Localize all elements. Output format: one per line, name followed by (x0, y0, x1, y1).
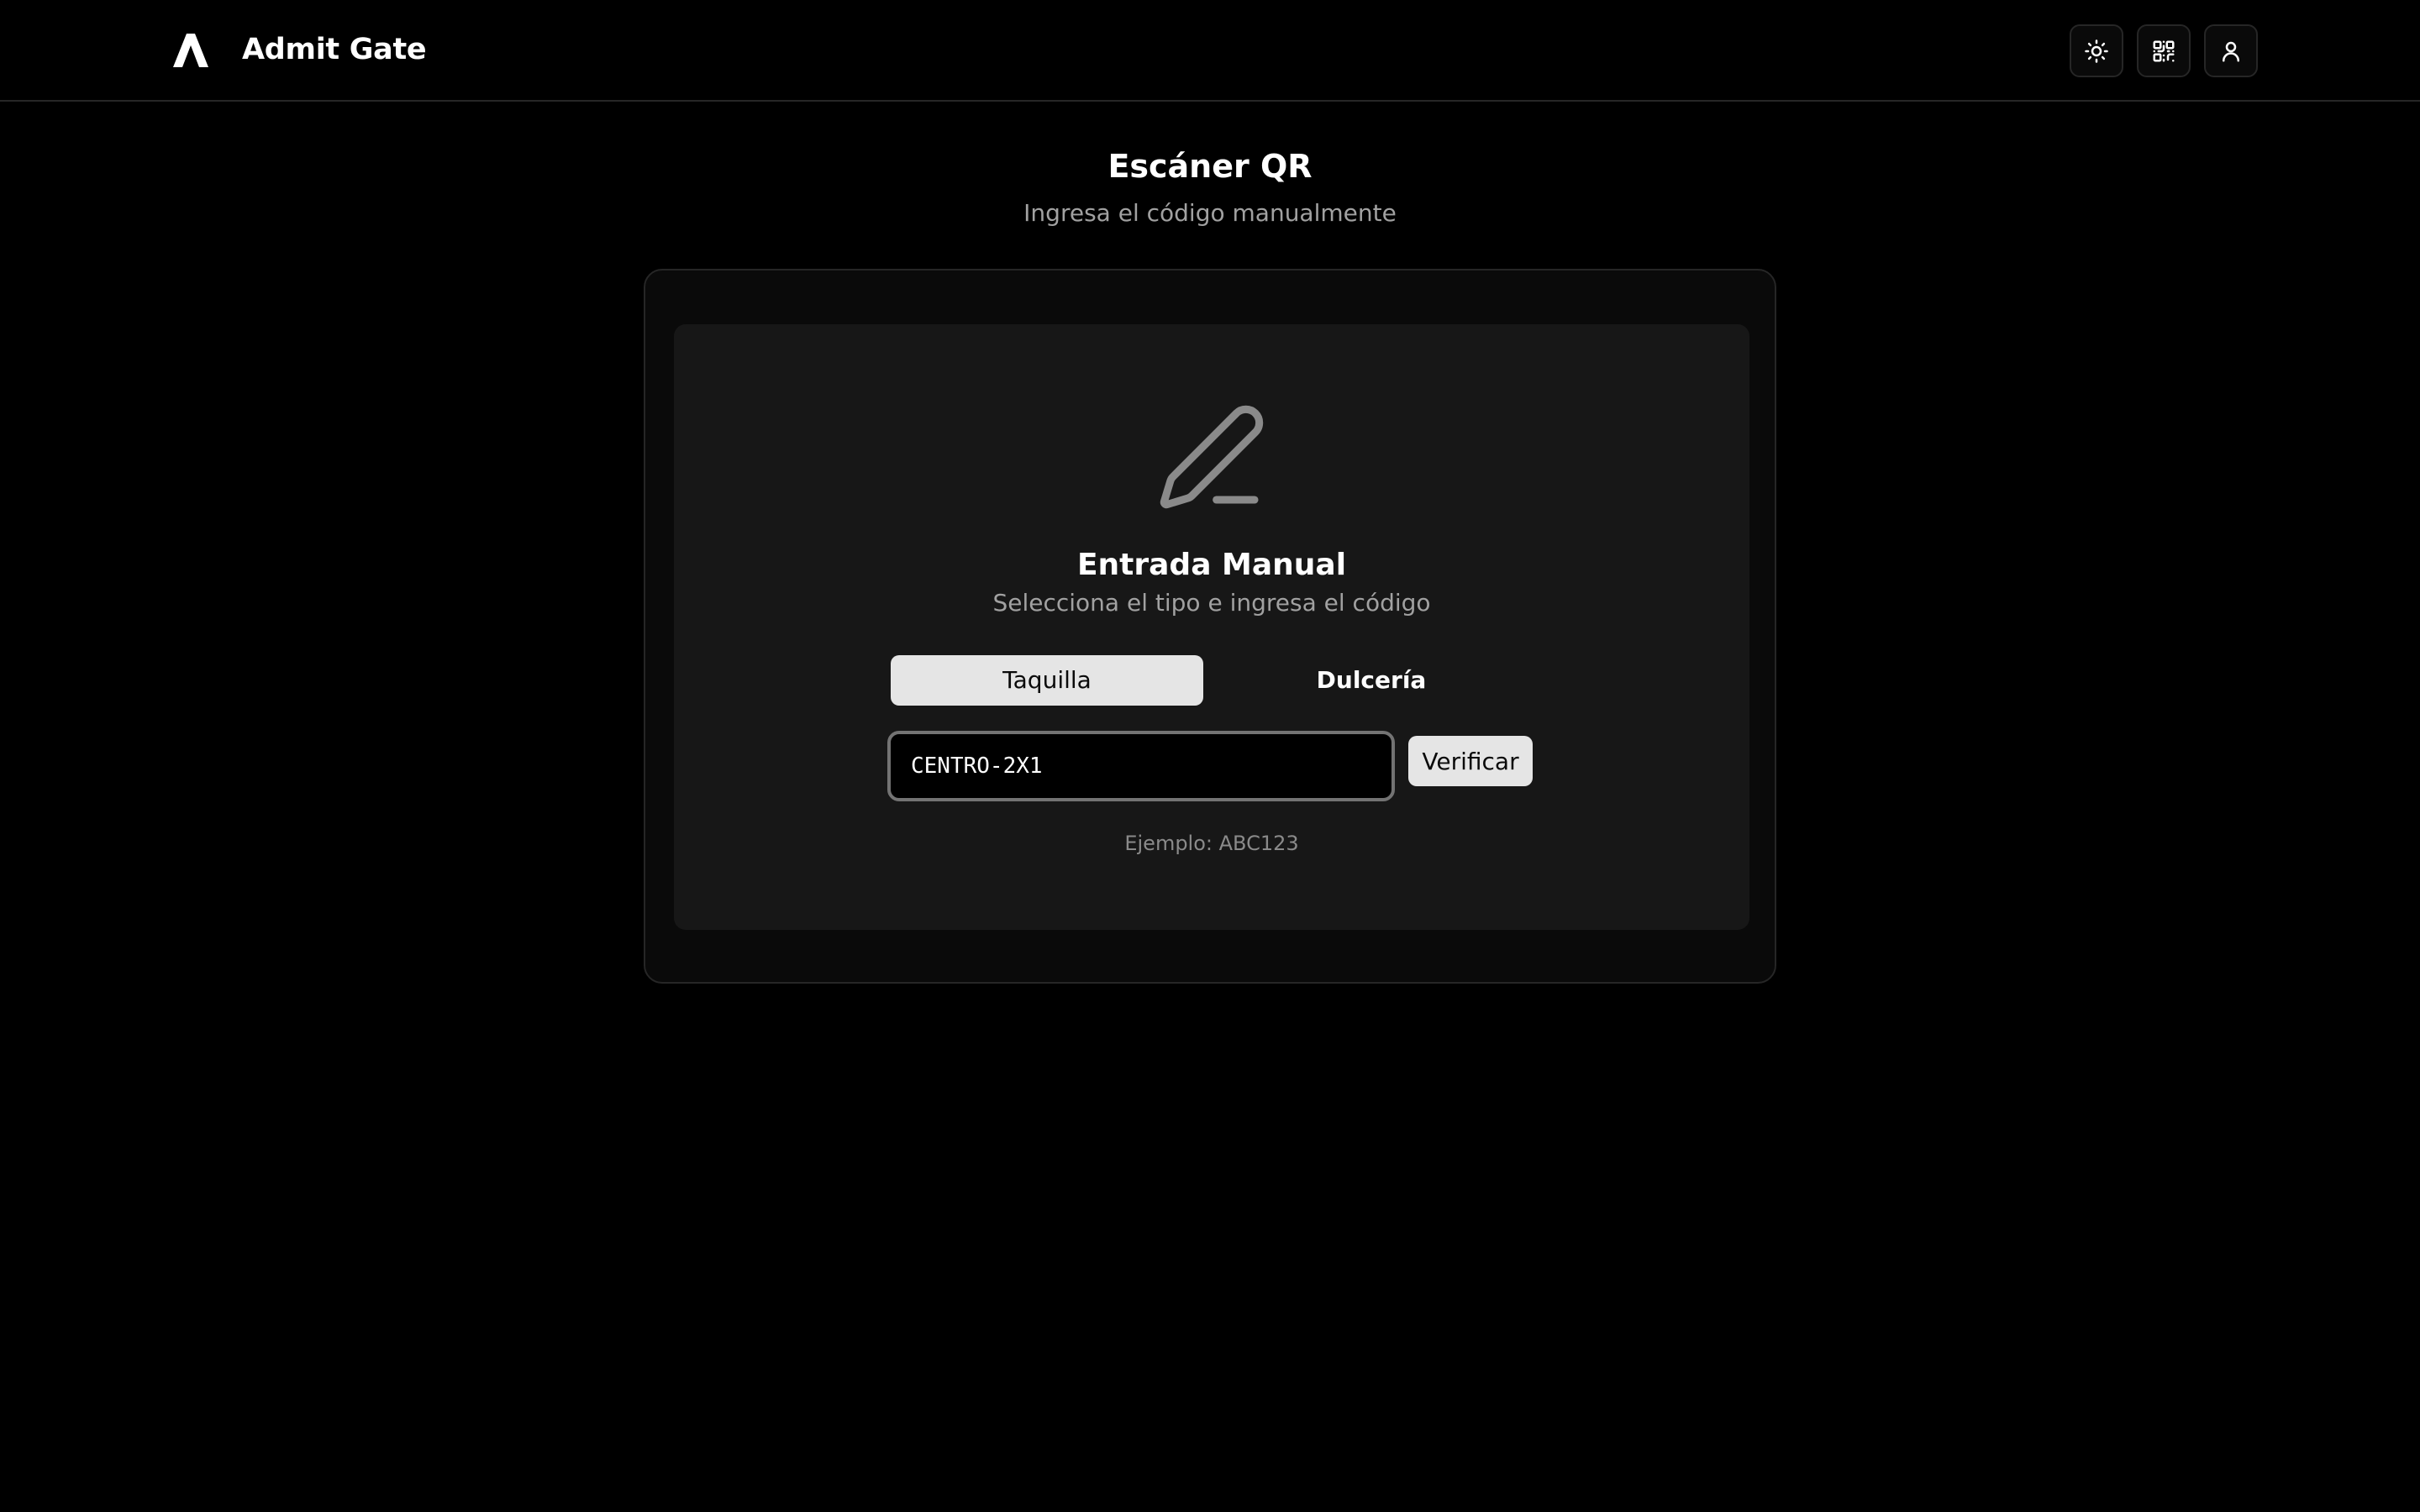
verify-button[interactable]: Verificar (1408, 736, 1533, 786)
manual-entry-subtitle: Selecciona el tipo e ingresa el código (992, 589, 1431, 617)
page-title: Escáner QR (1107, 148, 1313, 185)
scanner-card: Entrada Manual Selecciona el tipo e ingr… (644, 269, 1776, 984)
user-account-button[interactable] (2204, 24, 2258, 77)
qr-code-icon (2153, 40, 2175, 62)
top-navbar: Admit Gate (0, 0, 2420, 102)
theme-toggle-button[interactable] (2070, 24, 2123, 77)
sun-icon (2085, 39, 2108, 63)
pencil-icon (1160, 405, 1264, 509)
app-title[interactable]: Admit Gate (242, 30, 427, 69)
code-example-hint: Ejemplo: ABC123 (1124, 832, 1299, 855)
admit-gate-logo-icon[interactable] (173, 34, 208, 67)
page-subtitle: Ingresa el código manualmente (1023, 199, 1397, 227)
user-icon (2223, 41, 2239, 61)
manual-entry-title: Entrada Manual (1076, 548, 1347, 582)
code-input[interactable] (887, 731, 1395, 801)
manual-entry-panel: Entrada Manual Selecciona el tipo e ingr… (674, 324, 1749, 930)
tab-taquilla[interactable]: Taquilla (891, 655, 1203, 706)
tab-dulceria[interactable]: Dulcería (1215, 655, 1528, 706)
qr-scanner-button[interactable] (2137, 24, 2191, 77)
